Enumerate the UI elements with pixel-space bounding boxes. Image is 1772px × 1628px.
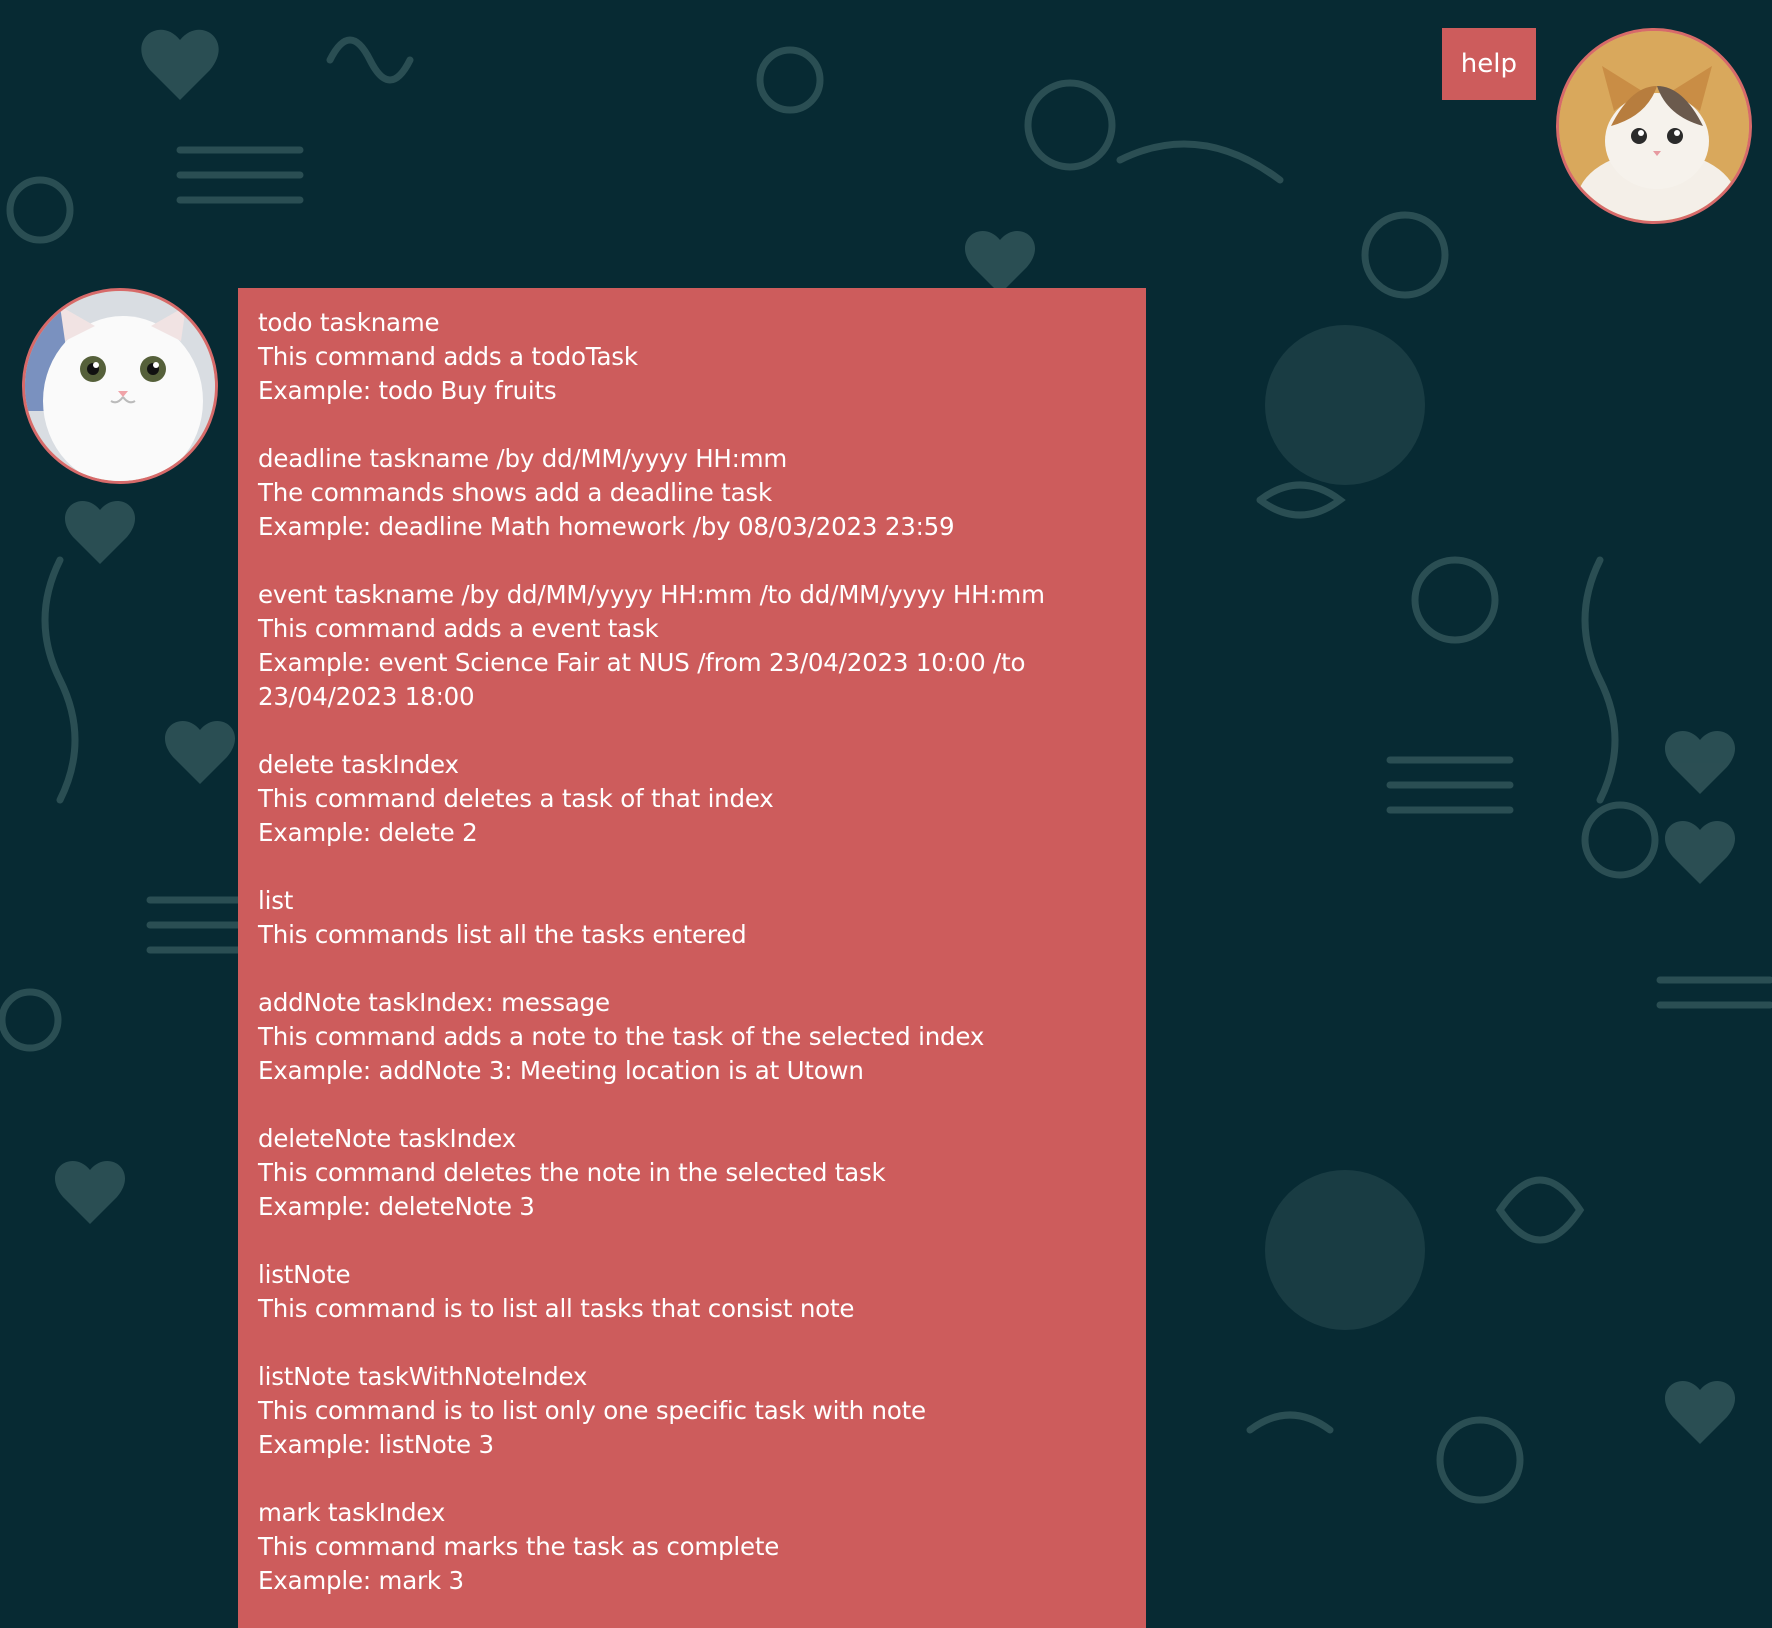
- user-dialog-row: help: [1441, 28, 1752, 224]
- user-message-bubble: help: [1441, 28, 1536, 100]
- tabby-cat-avatar-icon: [1556, 28, 1752, 224]
- bot-dialog-row: todo taskname This command adds a todoTa…: [22, 288, 1146, 1628]
- white-cat-avatar-icon: [22, 288, 218, 484]
- bot-message-bubble: todo taskname This command adds a todoTa…: [238, 288, 1146, 1628]
